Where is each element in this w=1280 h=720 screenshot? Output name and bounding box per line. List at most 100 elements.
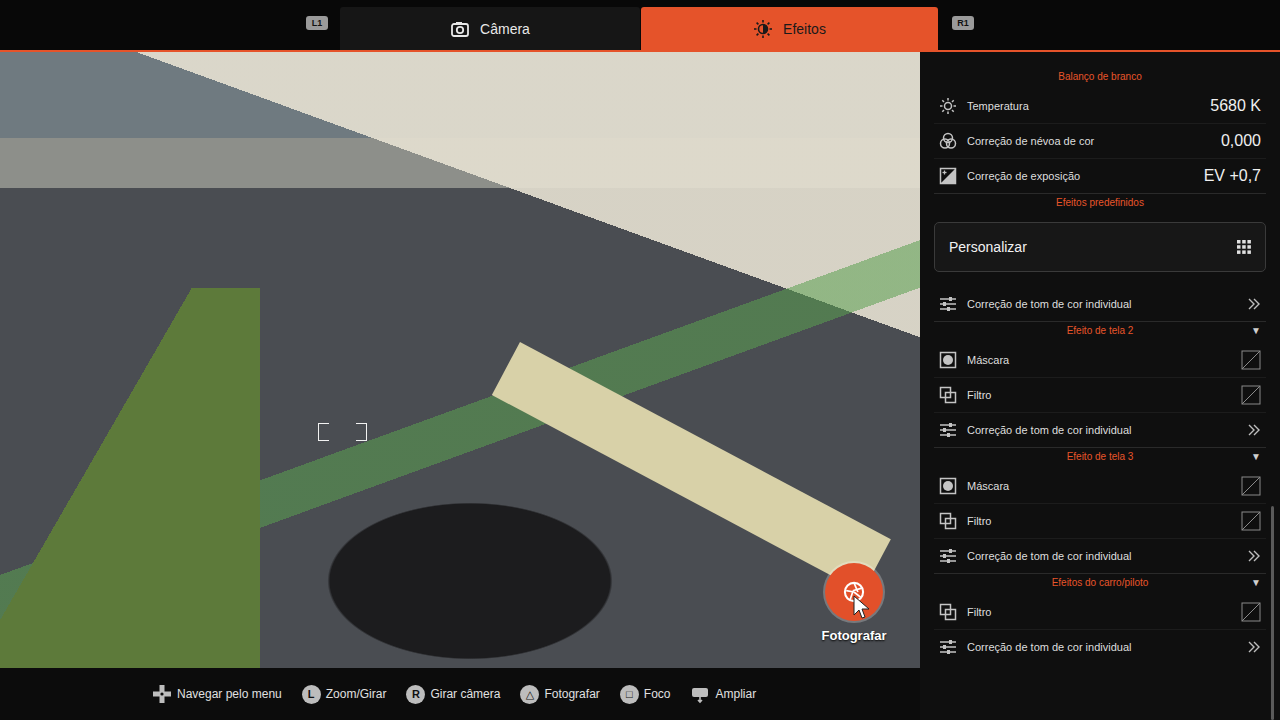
- touchpad-icon: [690, 684, 710, 704]
- control-hint: Navegar pelo menu: [152, 684, 282, 704]
- tab[interactable]: Câmera: [340, 7, 640, 50]
- control-hint: RGirar câmera: [406, 685, 500, 704]
- setting-row[interactable]: Filtro: [934, 594, 1266, 629]
- checkbox[interactable]: [1241, 350, 1261, 370]
- setting-label: Correção de névoa de cor: [967, 135, 1212, 147]
- scrollbar-thumb[interactable]: [1271, 506, 1274, 720]
- tab-label: Câmera: [480, 21, 530, 37]
- shutter-label: Fotografar: [818, 627, 891, 644]
- setting-label: Filtro: [967, 606, 1232, 618]
- left-column: Fotografar Navegar pelo menu L Zoom/Girar RG…: [0, 52, 920, 720]
- camera-icon: [450, 19, 470, 39]
- hint-label: Zoom/Girar: [326, 687, 387, 701]
- mask-icon: [938, 350, 958, 370]
- filter-icon: [938, 602, 958, 622]
- section-title-text: Balanço de branco: [1058, 71, 1141, 82]
- setting-label: Máscara: [967, 480, 1232, 492]
- button-glyph: △: [520, 685, 539, 704]
- sliders-icon: [938, 546, 958, 566]
- button-glyph: R: [406, 685, 425, 704]
- setting-value: EV +0,7: [1204, 167, 1261, 185]
- exposure-icon: [938, 166, 958, 186]
- setting-value: 0,000: [1221, 132, 1261, 150]
- section-title-text: Efeitos do carro/piloto: [1052, 577, 1149, 588]
- effects-panel: Balanço de branco Temperatura 5680 K Correç…: [920, 52, 1280, 720]
- section-toggle[interactable]: ▼: [1251, 324, 1261, 338]
- panel-section: Efeito de tela 2 ▼ Máscara Filtro Correção d…: [934, 321, 1266, 447]
- focus-bracket: [356, 423, 367, 434]
- panel-section: Efeitos do carro/piloto ▼ Filtro Correção d…: [934, 573, 1266, 664]
- section-title[interactable]: Efeito de tela 3 ▼: [934, 448, 1266, 468]
- setting-label: Temperatura: [967, 100, 1201, 112]
- sliders-icon: [938, 294, 958, 314]
- setting-row[interactable]: Filtro: [934, 377, 1266, 412]
- section-title[interactable]: Efeitos do carro/piloto ▼: [934, 574, 1266, 594]
- control-hint: △Fotografar: [520, 685, 599, 704]
- game-viewport[interactable]: Fotografar: [0, 52, 920, 668]
- setting-row[interactable]: Temperatura 5680 K: [934, 88, 1266, 123]
- effects-icon: [753, 19, 773, 39]
- setting-row[interactable]: Correção de exposição EV +0,7: [934, 158, 1266, 193]
- main-area: Fotografar Navegar pelo menu L Zoom/Girar RG…: [0, 52, 1280, 720]
- setting-row[interactable]: Correção de tom de cor individual: [934, 538, 1266, 573]
- setting-label: Correção de tom de cor individual: [967, 550, 1238, 562]
- dropdown-label: Personalizar: [949, 239, 1237, 255]
- double-chevron-icon: [1247, 423, 1261, 437]
- setting-row[interactable]: Correção de tom de cor individual: [934, 629, 1266, 664]
- r1-button[interactable]: R1: [952, 16, 974, 30]
- sliders-icon: [938, 420, 958, 440]
- setting-label: Filtro: [967, 389, 1232, 401]
- setting-label: Correção de tom de cor individual: [967, 641, 1238, 653]
- section-title-text: Efeito de tela 3: [1067, 451, 1134, 462]
- button-glyph: L: [302, 685, 321, 704]
- double-chevron-icon: [1247, 297, 1261, 311]
- tab[interactable]: Efeitos: [641, 7, 938, 50]
- tab-label: Efeitos: [783, 21, 826, 37]
- setting-row[interactable]: Correção de tom de cor individual: [934, 286, 1266, 321]
- checkbox[interactable]: [1241, 476, 1261, 496]
- double-chevron-icon: [1247, 640, 1261, 654]
- setting-row[interactable]: Máscara: [934, 342, 1266, 377]
- setting-row[interactable]: Filtro: [934, 503, 1266, 538]
- l1-button[interactable]: L1: [306, 16, 328, 30]
- color-fog-icon: [938, 131, 958, 151]
- section-title[interactable]: Efeito de tela 2 ▼: [934, 322, 1266, 342]
- hint-label: Ampliar: [715, 687, 756, 701]
- car-shape: [290, 482, 650, 662]
- control-hints: Navegar pelo menu L Zoom/Girar RGirar câmer…: [0, 668, 920, 720]
- setting-label: Correção de tom de cor individual: [967, 424, 1238, 436]
- filter-icon: [938, 511, 958, 531]
- section-title-text: Efeito de tela 2: [1067, 325, 1134, 336]
- focus-bracket: [318, 430, 329, 441]
- grass-area: [0, 288, 260, 668]
- cursor-icon: [852, 595, 874, 621]
- focus-bracket: [356, 430, 367, 441]
- hint-label: Navegar pelo menu: [177, 687, 282, 701]
- checkbox[interactable]: [1241, 511, 1261, 531]
- dpad-icon: [152, 684, 172, 704]
- button-glyph: □: [620, 685, 639, 704]
- setting-value: 5680 K: [1210, 97, 1261, 115]
- setting-row[interactable]: Máscara: [934, 468, 1266, 503]
- setting-label: Correção de exposição: [967, 170, 1195, 182]
- tab-bar: L1 Câmera Efeitos R1: [0, 0, 1280, 50]
- preset-dropdown[interactable]: Personalizar: [934, 222, 1266, 272]
- setting-label: Máscara: [967, 354, 1232, 366]
- setting-label: Filtro: [967, 515, 1232, 527]
- checkbox[interactable]: [1241, 385, 1261, 405]
- double-chevron-icon: [1247, 549, 1261, 563]
- panel-section: Balanço de branco Temperatura 5680 K Correç…: [934, 68, 1266, 193]
- section-title: Balanço de branco: [934, 68, 1266, 88]
- setting-row[interactable]: Correção de tom de cor individual: [934, 412, 1266, 447]
- section-toggle[interactable]: ▼: [1251, 450, 1261, 464]
- temperature-icon: [938, 96, 958, 116]
- mask-icon: [938, 476, 958, 496]
- filter-icon: [938, 385, 958, 405]
- hint-label: Foco: [644, 687, 671, 701]
- section-toggle[interactable]: ▼: [1251, 576, 1261, 590]
- control-hint: □ Foco: [620, 685, 671, 704]
- control-hint: L Zoom/Girar: [302, 685, 387, 704]
- checkbox[interactable]: [1241, 602, 1261, 622]
- setting-row[interactable]: Correção de névoa de cor 0,000: [934, 123, 1266, 158]
- grid-icon: [1237, 240, 1251, 254]
